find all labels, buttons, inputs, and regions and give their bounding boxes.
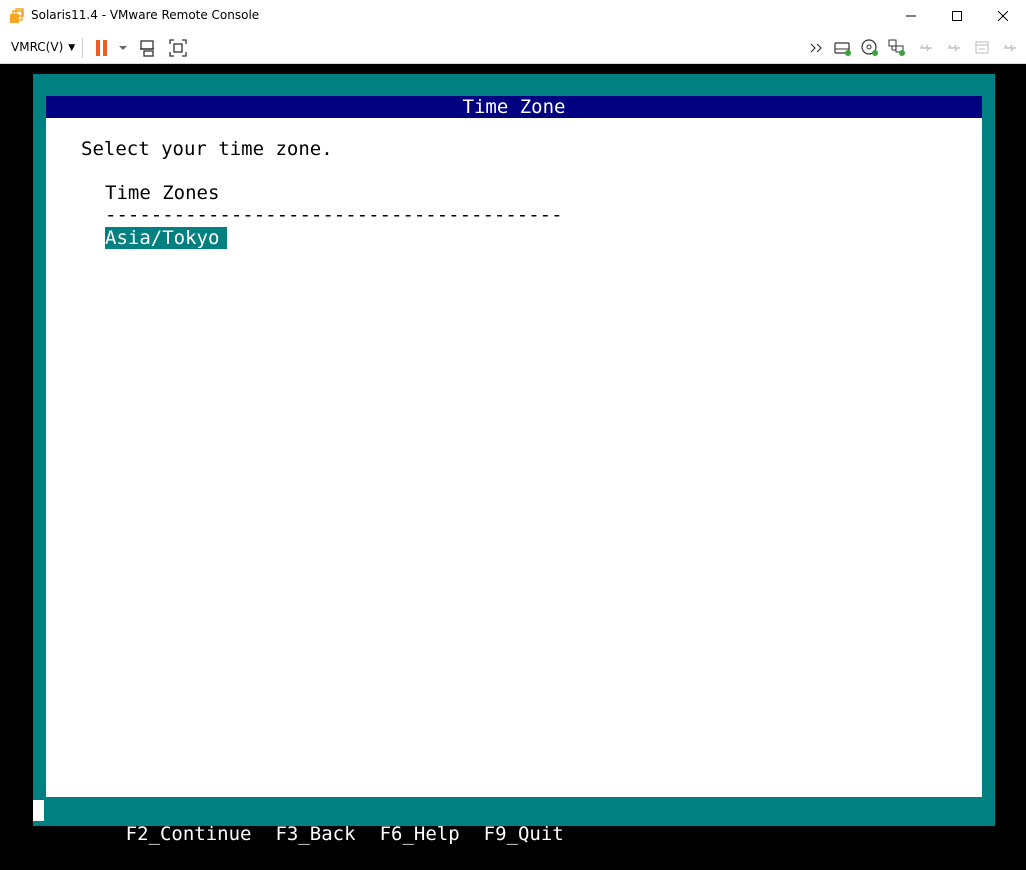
title-bar: Solaris11.4 - VMware Remote Console xyxy=(0,0,1026,33)
cd-rom-icon[interactable] xyxy=(860,38,880,58)
printer-icon[interactable] xyxy=(972,38,992,58)
window-title: Solaris11.4 - VMware Remote Console xyxy=(31,8,260,22)
text-cursor xyxy=(33,800,44,821)
close-button[interactable] xyxy=(980,0,1026,32)
chevron-down-icon: ▼ xyxy=(68,43,76,53)
installer-panel: Time Zone Select your time zone. Time Zo… xyxy=(46,96,982,800)
maximize-button[interactable] xyxy=(934,0,980,32)
chevron-down-icon[interactable] xyxy=(114,38,134,58)
list-header: Time Zones xyxy=(105,182,220,204)
function-key-bar: F2_Continue F3_Back F6_Help F9_Quit xyxy=(33,797,995,845)
screen-header: Time Zone xyxy=(46,96,982,118)
minimize-icon xyxy=(906,15,916,17)
vmware-vmrc-icon xyxy=(9,8,25,24)
close-icon xyxy=(998,11,1008,21)
network-adapter-icon[interactable] xyxy=(887,38,907,58)
usb-icon[interactable] xyxy=(1000,38,1020,58)
send-ctrl-alt-del-icon[interactable] xyxy=(138,38,158,58)
usb-icon[interactable] xyxy=(916,38,936,58)
hard-disk-icon[interactable] xyxy=(833,38,853,58)
vm-console[interactable]: Time Zone Select your time zone. Time Zo… xyxy=(1,64,1025,845)
f3-back-key[interactable]: F3_Back xyxy=(275,823,355,845)
usb-icon[interactable] xyxy=(944,38,964,58)
list-divider: ---------------------------------------- xyxy=(105,204,563,226)
vmrc-menu-label: VMRC(V) xyxy=(11,40,64,54)
minimize-button[interactable] xyxy=(888,0,934,32)
pause-icon[interactable] xyxy=(92,38,112,58)
f6-help-key[interactable]: F6_Help xyxy=(380,823,460,845)
vmrc-menu-button[interactable]: VMRC(V) ▼ xyxy=(11,40,75,54)
timezone-list-item-selected[interactable]: Asia/Tokyo xyxy=(105,227,228,249)
toolbar: VMRC(V) ▼ xyxy=(0,32,1026,64)
fullscreen-icon[interactable] xyxy=(168,38,188,58)
chevron-right-double-icon[interactable] xyxy=(808,38,828,58)
installer-frame: Time Zone Select your time zone. Time Zo… xyxy=(33,74,995,826)
maximize-icon xyxy=(952,11,962,21)
instruction-text: Select your time zone. xyxy=(81,138,333,160)
toolbar-divider xyxy=(82,38,83,58)
f2-continue-key[interactable]: F2_Continue xyxy=(126,823,252,845)
f9-quit-key[interactable]: F9_Quit xyxy=(484,823,564,845)
